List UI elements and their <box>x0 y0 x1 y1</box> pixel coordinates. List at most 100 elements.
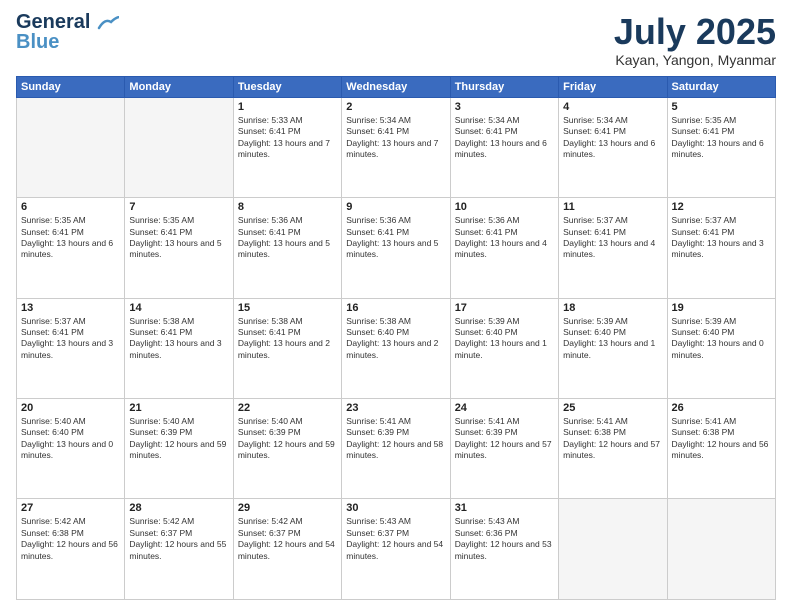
day-number: 28 <box>129 502 228 514</box>
day-number: 5 <box>672 101 771 113</box>
day-info: Sunrise: 5:37 AM Sunset: 6:41 PM Dayligh… <box>21 316 120 362</box>
calendar-week-2: 6 Sunrise: 5:35 AM Sunset: 6:41 PM Daylig… <box>17 198 776 298</box>
calendar-cell: 7 Sunrise: 5:35 AM Sunset: 6:41 PM Daylig… <box>125 198 233 298</box>
page-header: General Blue July 2025 Kayan, Yangon, My… <box>16 12 776 68</box>
day-info: Sunrise: 5:42 AM Sunset: 6:37 PM Dayligh… <box>238 516 337 562</box>
day-number: 6 <box>21 201 120 213</box>
day-info: Sunrise: 5:34 AM Sunset: 6:41 PM Dayligh… <box>346 115 445 161</box>
day-number: 23 <box>346 402 445 414</box>
location: Kayan, Yangon, Myanmar <box>614 52 776 68</box>
day-info: Sunrise: 5:35 AM Sunset: 6:41 PM Dayligh… <box>129 215 228 261</box>
day-number: 31 <box>455 502 554 514</box>
day-number: 7 <box>129 201 228 213</box>
calendar-cell: 6Sunrise: 5:35 AM Sunset: 6:41 PM Daylig… <box>17 198 125 298</box>
calendar-cell: 29 Sunrise: 5:42 AM Sunset: 6:37 PM Dayli… <box>233 499 341 600</box>
calendar-week-3: 13 Sunrise: 5:37 AM Sunset: 6:41 PM Dayli… <box>17 298 776 398</box>
day-number: 27 <box>21 502 120 514</box>
weekday-header-monday: Monday <box>125 76 233 97</box>
day-info: Sunrise: 5:39 AM Sunset: 6:40 PM Dayligh… <box>455 316 554 362</box>
calendar-cell: 22 Sunrise: 5:40 AM Sunset: 6:39 PM Dayli… <box>233 399 341 499</box>
day-info: Sunrise: 5:41 AM Sunset: 6:39 PM Dayligh… <box>455 416 554 462</box>
calendar-cell: 25Sunrise: 5:41 AM Sunset: 6:38 PM Dayli… <box>559 399 667 499</box>
calendar-cell: 1 Sunrise: 5:33 AM Sunset: 6:41 PM Daylig… <box>233 97 341 197</box>
day-number: 26 <box>672 402 771 414</box>
calendar-cell: 13 Sunrise: 5:37 AM Sunset: 6:41 PM Dayli… <box>17 298 125 398</box>
day-number: 10 <box>455 201 554 213</box>
title-section: July 2025 Kayan, Yangon, Myanmar <box>614 12 776 68</box>
day-info: Sunrise: 5:40 AM Sunset: 6:40 PM Dayligh… <box>21 416 120 462</box>
calendar-cell: 14Sunrise: 5:38 AM Sunset: 6:41 PM Dayli… <box>125 298 233 398</box>
calendar-cell: 12Sunrise: 5:37 AM Sunset: 6:41 PM Dayli… <box>667 198 775 298</box>
calendar-cell: 21Sunrise: 5:40 AM Sunset: 6:39 PM Dayli… <box>125 399 233 499</box>
day-info: Sunrise: 5:36 AM Sunset: 6:41 PM Dayligh… <box>346 215 445 261</box>
day-number: 13 <box>21 302 120 314</box>
day-info: Sunrise: 5:42 AM Sunset: 6:37 PM Dayligh… <box>129 516 228 562</box>
day-info: Sunrise: 5:39 AM Sunset: 6:40 PM Dayligh… <box>563 316 662 362</box>
calendar-cell <box>559 499 667 600</box>
weekday-header-tuesday: Tuesday <box>233 76 341 97</box>
day-info: Sunrise: 5:38 AM Sunset: 6:40 PM Dayligh… <box>346 316 445 362</box>
calendar-cell: 23 Sunrise: 5:41 AM Sunset: 6:39 PM Dayli… <box>342 399 450 499</box>
weekday-header-saturday: Saturday <box>667 76 775 97</box>
day-number: 20 <box>21 402 120 414</box>
calendar-week-1: 1 Sunrise: 5:33 AM Sunset: 6:41 PM Daylig… <box>17 97 776 197</box>
calendar-cell <box>667 499 775 600</box>
calendar-cell: 31 Sunrise: 5:43 AM Sunset: 6:36 PM Dayli… <box>450 499 558 600</box>
day-number: 25 <box>563 402 662 414</box>
day-number: 30 <box>346 502 445 514</box>
day-info: Sunrise: 5:40 AM Sunset: 6:39 PM Dayligh… <box>238 416 337 462</box>
calendar-cell: 18Sunrise: 5:39 AM Sunset: 6:40 PM Dayli… <box>559 298 667 398</box>
day-number: 15 <box>238 302 337 314</box>
calendar-cell: 3Sunrise: 5:34 AM Sunset: 6:41 PM Daylig… <box>450 97 558 197</box>
day-info: Sunrise: 5:36 AM Sunset: 6:41 PM Dayligh… <box>238 215 337 261</box>
day-number: 4 <box>563 101 662 113</box>
calendar-cell: 2 Sunrise: 5:34 AM Sunset: 6:41 PM Daylig… <box>342 97 450 197</box>
calendar-header-row: SundayMondayTuesdayWednesdayThursdayFrid… <box>17 76 776 97</box>
calendar-cell: 26Sunrise: 5:41 AM Sunset: 6:38 PM Dayli… <box>667 399 775 499</box>
calendar-cell: 30Sunrise: 5:43 AM Sunset: 6:37 PM Dayli… <box>342 499 450 600</box>
day-number: 14 <box>129 302 228 314</box>
calendar-week-4: 20 Sunrise: 5:40 AM Sunset: 6:40 PM Dayli… <box>17 399 776 499</box>
day-info: Sunrise: 5:34 AM Sunset: 6:41 PM Dayligh… <box>563 115 662 161</box>
day-number: 2 <box>346 101 445 113</box>
day-info: Sunrise: 5:36 AM Sunset: 6:41 PM Dayligh… <box>455 215 554 261</box>
weekday-header-wednesday: Wednesday <box>342 76 450 97</box>
day-number: 12 <box>672 201 771 213</box>
calendar-cell: 16 Sunrise: 5:38 AM Sunset: 6:40 PM Dayli… <box>342 298 450 398</box>
weekday-header-friday: Friday <box>559 76 667 97</box>
calendar-cell: 19 Sunrise: 5:39 AM Sunset: 6:40 PM Dayli… <box>667 298 775 398</box>
day-number: 29 <box>238 502 337 514</box>
day-info: Sunrise: 5:35 AM Sunset: 6:41 PM Dayligh… <box>672 115 771 161</box>
day-info: Sunrise: 5:33 AM Sunset: 6:41 PM Dayligh… <box>238 115 337 161</box>
day-info: Sunrise: 5:38 AM Sunset: 6:41 PM Dayligh… <box>238 316 337 362</box>
calendar-cell <box>17 97 125 197</box>
calendar-cell: 27Sunrise: 5:42 AM Sunset: 6:38 PM Dayli… <box>17 499 125 600</box>
calendar-table: SundayMondayTuesdayWednesdayThursdayFrid… <box>16 76 776 600</box>
day-number: 17 <box>455 302 554 314</box>
day-number: 22 <box>238 402 337 414</box>
weekday-header-sunday: Sunday <box>17 76 125 97</box>
calendar-cell: 10 Sunrise: 5:36 AM Sunset: 6:41 PM Dayli… <box>450 198 558 298</box>
logo-blue: Blue <box>16 32 59 52</box>
day-number: 11 <box>563 201 662 213</box>
day-number: 19 <box>672 302 771 314</box>
day-info: Sunrise: 5:41 AM Sunset: 6:39 PM Dayligh… <box>346 416 445 462</box>
calendar-cell: 4 Sunrise: 5:34 AM Sunset: 6:41 PM Daylig… <box>559 97 667 197</box>
calendar-cell: 20 Sunrise: 5:40 AM Sunset: 6:40 PM Dayli… <box>17 399 125 499</box>
weekday-header-thursday: Thursday <box>450 76 558 97</box>
month-title: July 2025 <box>614 12 776 52</box>
day-number: 8 <box>238 201 337 213</box>
logo: General Blue <box>16 12 119 52</box>
calendar-cell: 11Sunrise: 5:37 AM Sunset: 6:41 PM Dayli… <box>559 198 667 298</box>
day-info: Sunrise: 5:39 AM Sunset: 6:40 PM Dayligh… <box>672 316 771 362</box>
day-info: Sunrise: 5:43 AM Sunset: 6:36 PM Dayligh… <box>455 516 554 562</box>
logo-bird-icon <box>97 16 119 30</box>
calendar-cell: 17 Sunrise: 5:39 AM Sunset: 6:40 PM Dayli… <box>450 298 558 398</box>
day-number: 16 <box>346 302 445 314</box>
calendar-week-5: 27Sunrise: 5:42 AM Sunset: 6:38 PM Dayli… <box>17 499 776 600</box>
day-number: 1 <box>238 101 337 113</box>
calendar-cell: 15 Sunrise: 5:38 AM Sunset: 6:41 PM Dayli… <box>233 298 341 398</box>
calendar-cell: 5 Sunrise: 5:35 AM Sunset: 6:41 PM Daylig… <box>667 97 775 197</box>
day-number: 24 <box>455 402 554 414</box>
calendar-cell: 24 Sunrise: 5:41 AM Sunset: 6:39 PM Dayli… <box>450 399 558 499</box>
